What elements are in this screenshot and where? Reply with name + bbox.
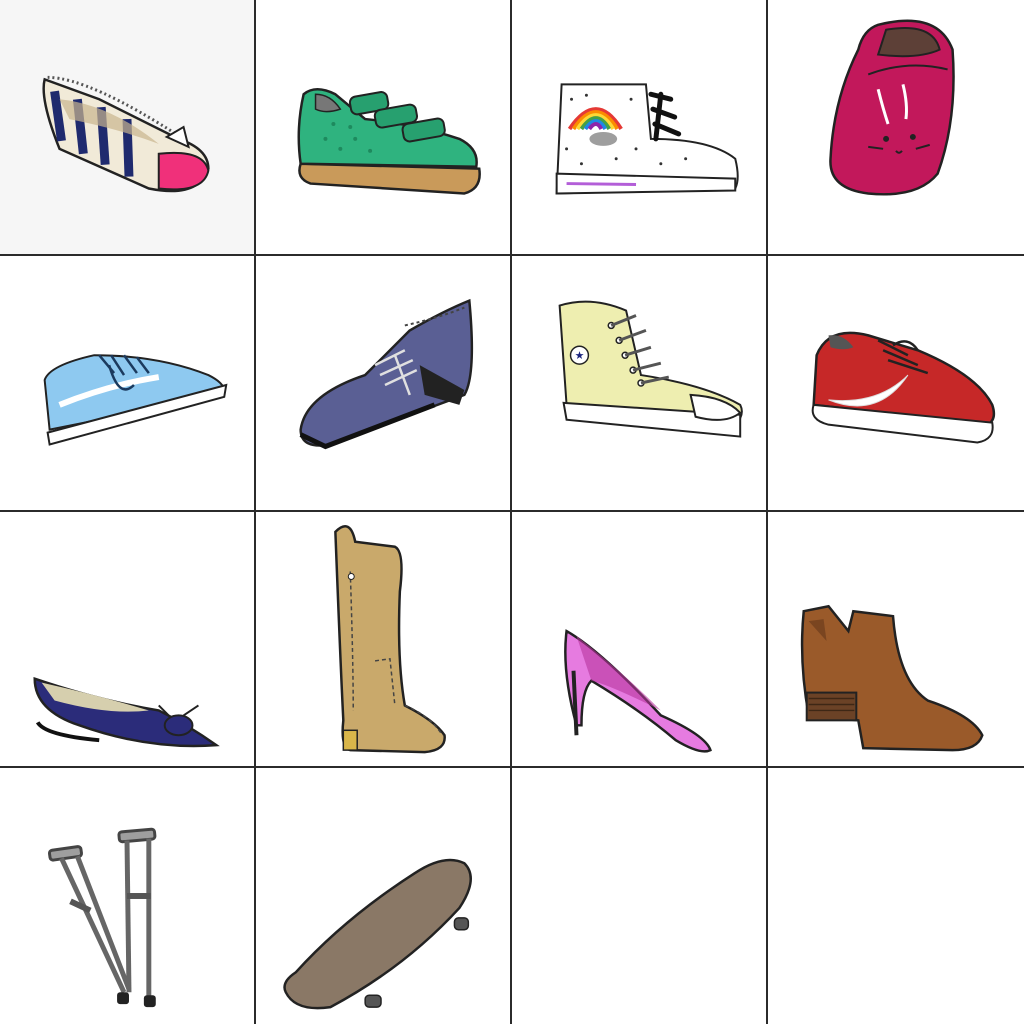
rainbow-high-top-sneaker-icon: [555, 83, 739, 195]
tan-knee-high-boot-icon: [334, 525, 446, 754]
brown-ankle-bootie-icon: [800, 604, 984, 752]
pink-bunny-baby-shoe-icon: [829, 19, 955, 196]
svg-text:★: ★: [575, 349, 585, 362]
yellow-high-top-sneaker-icon: ★: [558, 300, 743, 438]
red-running-shoe-icon: [811, 331, 996, 444]
tile-8[interactable]: [768, 256, 1024, 512]
tile-3[interactable]: [512, 0, 768, 256]
striped-ballet-flat-icon: [42, 75, 210, 193]
tile-11[interactable]: [512, 512, 768, 768]
skateboard-icon: [283, 858, 472, 1010]
tile-16: [768, 768, 1024, 1024]
image-grid: ★: [0, 0, 1024, 1024]
pink-stiletto-pump-icon: [564, 629, 712, 753]
green-velcro-sneaker-icon: [297, 88, 481, 195]
tile-14[interactable]: [256, 768, 512, 1024]
tile-4[interactable]: [768, 0, 1024, 256]
tile-5[interactable]: [0, 256, 256, 512]
navy-pointed-flat-icon: [33, 676, 220, 748]
tile-7[interactable]: ★: [512, 256, 768, 512]
tile-9[interactable]: [0, 512, 256, 768]
tile-6[interactable]: [256, 256, 512, 512]
tile-1[interactable]: [0, 0, 256, 256]
crutches-icon: [47, 827, 157, 1008]
tile-15: [512, 768, 768, 1024]
light-blue-skate-shoe-icon: [43, 354, 228, 446]
tile-10[interactable]: [256, 512, 512, 768]
tile-13[interactable]: [0, 768, 256, 1024]
navy-oxford-shoe-icon: [299, 298, 474, 450]
tile-12[interactable]: [768, 512, 1024, 768]
tile-2[interactable]: [256, 0, 512, 256]
